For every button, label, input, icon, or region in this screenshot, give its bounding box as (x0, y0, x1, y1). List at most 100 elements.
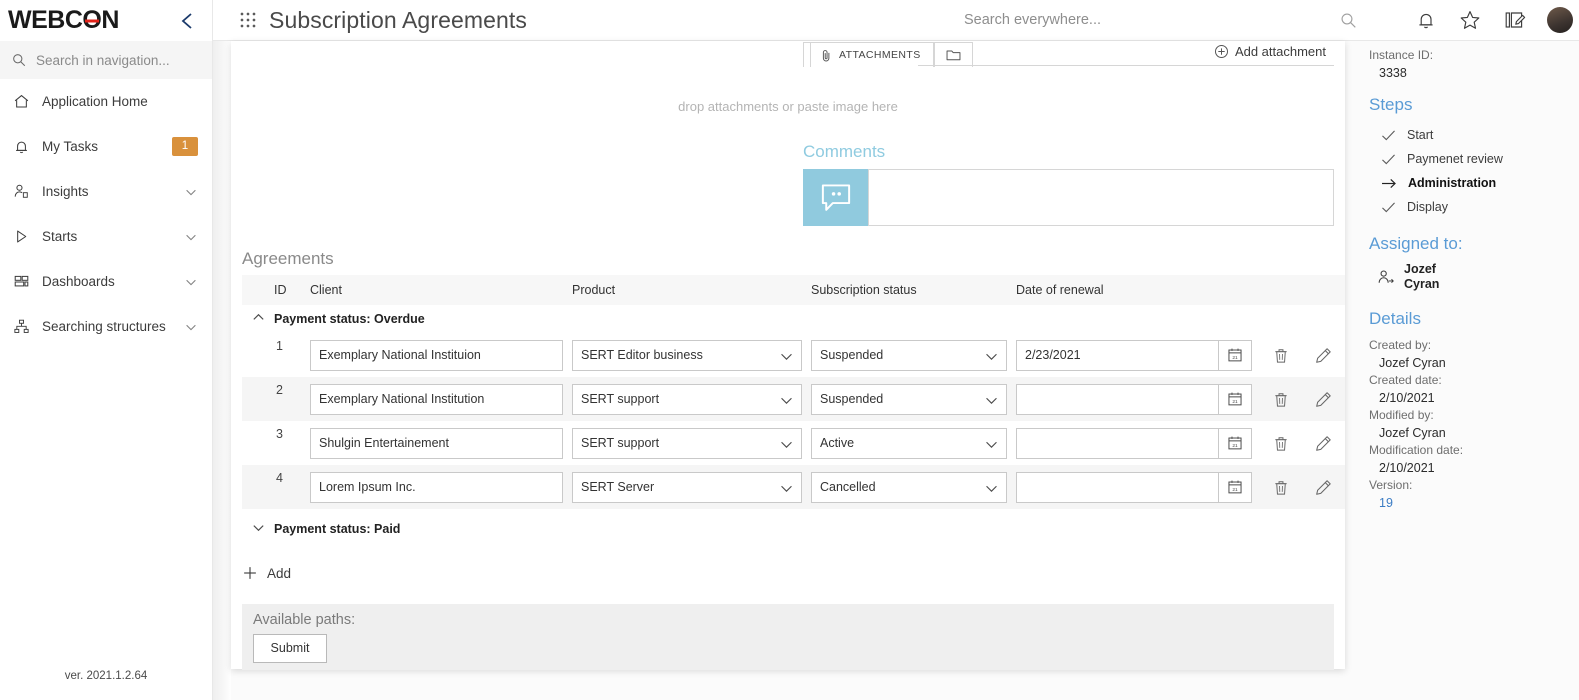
date-of-renewal-field[interactable]: 21 (1016, 339, 1252, 371)
comment-textarea[interactable] (868, 169, 1334, 226)
search-icon[interactable] (1340, 12, 1357, 29)
sidebar-item-dashboards[interactable]: Dashboards (0, 259, 212, 304)
version-value[interactable]: 19 (1369, 494, 1569, 512)
pencil-icon[interactable] (1301, 479, 1345, 496)
date-input[interactable] (1017, 384, 1218, 414)
sidebar-item-searching-structures[interactable]: Searching structures (0, 304, 212, 349)
svg-text:21: 21 (1232, 443, 1238, 449)
global-search[interactable] (962, 11, 1357, 29)
application-window: WEBCO N Search in navigation... Applicati… (0, 0, 1579, 700)
trash-icon[interactable] (1261, 479, 1301, 496)
subscription-status-select[interactable]: Suspended (811, 339, 1007, 371)
sidebar-item-insights[interactable]: Insights (0, 169, 212, 214)
calendar-icon[interactable]: 21 (1218, 472, 1251, 502)
row-product-cell: SERT support (572, 421, 811, 465)
add-row-button[interactable]: Add (242, 565, 291, 581)
date-input[interactable] (1017, 340, 1218, 370)
header-product: Product (572, 275, 811, 305)
date-input[interactable] (1017, 428, 1218, 458)
bell-icon[interactable] (1415, 9, 1437, 31)
client-input[interactable] (310, 339, 563, 371)
date-input[interactable] (1017, 472, 1218, 502)
sidebar-item-label: My Tasks (42, 139, 99, 154)
product-select[interactable]: SERT support (572, 383, 802, 415)
trash-icon[interactable] (1261, 391, 1301, 408)
chevron-down-icon[interactable] (242, 509, 274, 549)
trash-icon[interactable] (1261, 435, 1301, 452)
row-date-cell: 21 (1016, 333, 1261, 377)
row-product-cell: SERT support (572, 377, 811, 421)
chevron-down-icon[interactable] (184, 275, 198, 289)
notes-edit-icon[interactable] (1503, 9, 1526, 31)
product-select[interactable]: SERT Server (572, 471, 802, 503)
product-value: SERT Editor business (581, 348, 703, 362)
product-select[interactable]: SERT Editor business (572, 339, 802, 371)
row-delete-cell (1261, 333, 1301, 377)
client-input[interactable] (310, 427, 563, 459)
assigned-last-name: Cyran (1404, 277, 1440, 291)
trash-icon[interactable] (1261, 347, 1301, 364)
hierarchy-icon (12, 317, 31, 336)
status-value: Suspended (820, 392, 884, 406)
row-status-cell: Active (811, 421, 1016, 465)
pencil-icon[interactable] (1301, 435, 1345, 452)
main-content-area: ATTACHMENTS Add attachment drop attachme… (213, 41, 1579, 700)
date-of-renewal-field[interactable]: 21 (1016, 383, 1252, 415)
subscription-status-select[interactable]: Suspended (811, 383, 1007, 415)
chevron-left-icon[interactable] (176, 10, 198, 32)
client-input[interactable] (310, 383, 563, 415)
row-product-cell: SERT Editor business (572, 333, 811, 377)
sidebar-item-label: Searching structures (42, 319, 166, 334)
available-paths-label: Available paths: (253, 611, 356, 628)
sidebar-item-label: Application Home (42, 94, 148, 109)
comments-title: Comments (803, 142, 886, 161)
pencil-icon[interactable] (1301, 391, 1345, 408)
client-input[interactable] (310, 471, 563, 503)
calendar-icon[interactable]: 21 (1218, 340, 1251, 370)
sidebar-item-my-tasks[interactable]: My Tasks 1 (0, 124, 212, 169)
left-gutter (213, 41, 231, 700)
product-value: SERT support (581, 392, 660, 406)
tab-folder[interactable] (933, 42, 973, 67)
date-of-renewal-field[interactable]: 21 (1016, 471, 1252, 503)
user-avatar[interactable] (1547, 7, 1573, 33)
search-input[interactable]: Search in navigation... (0, 41, 212, 79)
search-input[interactable] (962, 11, 1340, 29)
group-header-row[interactable]: Payment status: Paid (242, 509, 1345, 549)
status-value: Cancelled (820, 480, 876, 494)
row-date-cell: 21 (1016, 421, 1261, 465)
chevron-down-icon[interactable] (184, 185, 198, 199)
person-arrow-icon (1378, 270, 1394, 284)
row-date-cell: 21 (1016, 377, 1261, 421)
group-header-row[interactable]: Payment status: Overdue (242, 305, 1345, 333)
row-date-cell: 21 (1016, 465, 1261, 509)
row-client-cell (310, 465, 572, 509)
tab-stub (803, 42, 810, 67)
star-icon[interactable] (1459, 9, 1481, 31)
modification-date-label: Modification date: (1369, 443, 1464, 457)
chevron-down-icon[interactable] (184, 230, 198, 244)
header-date-of-renewal: Date of renewal (1016, 275, 1345, 305)
sidebar-item-starts[interactable]: Starts (0, 214, 212, 259)
calendar-icon[interactable]: 21 (1218, 384, 1251, 414)
product-select[interactable]: SERT support (572, 427, 802, 459)
submit-button[interactable]: Submit (253, 633, 327, 663)
assigned-user: Jozef Cyran (1369, 262, 1569, 292)
pencil-icon[interactable] (1301, 347, 1345, 364)
date-of-renewal-field[interactable]: 21 (1016, 427, 1252, 459)
plus-circle-icon (1214, 45, 1228, 58)
subscription-status-select[interactable]: Active (811, 427, 1007, 459)
add-attachment-button[interactable]: Add attachment (1214, 44, 1326, 59)
chevron-down-icon[interactable] (184, 320, 198, 334)
assigned-name: Jozef Cyran (1404, 262, 1439, 292)
sidebar-item-application-home[interactable]: Application Home (0, 79, 212, 124)
tab-attachments[interactable]: ATTACHMENTS (810, 42, 934, 67)
calendar-icon[interactable]: 21 (1218, 428, 1251, 458)
step-label: Administration (1408, 176, 1497, 190)
chevron-up-icon[interactable] (242, 305, 274, 333)
webcon-logo[interactable]: WEBCO N (8, 8, 119, 33)
app-grid-icon[interactable] (239, 11, 257, 29)
row-edit-cell (1301, 465, 1345, 509)
left-sidebar: WEBCO N Search in navigation... Applicati… (0, 0, 213, 700)
subscription-status-select[interactable]: Cancelled (811, 471, 1007, 503)
